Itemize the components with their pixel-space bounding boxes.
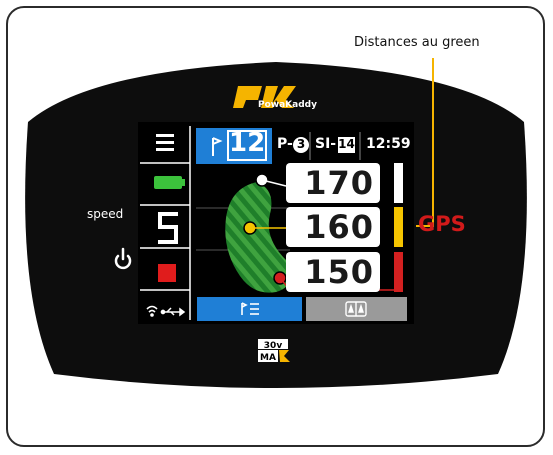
battery-icon — [154, 176, 185, 189]
speed-label: speed — [87, 207, 124, 221]
si-prefix: SI- — [315, 136, 337, 152]
device-graphic: 30v MA — [25, 58, 527, 388]
distance-center-marker — [394, 207, 403, 247]
svg-text:30v: 30v — [264, 341, 283, 351]
distance-front: 170 — [286, 163, 380, 203]
stop-icon — [158, 264, 176, 282]
distance-back: 150 — [286, 252, 380, 292]
svg-text:MA: MA — [260, 353, 276, 363]
clock-time: 12:59 — [366, 136, 411, 152]
par-value: 3 — [296, 137, 306, 151]
gps-label: GPS — [418, 212, 466, 236]
menu-icon — [156, 134, 174, 151]
model-badge: 30v MA — [258, 339, 290, 363]
brand-name: PowaKaddy — [258, 100, 317, 110]
par-prefix: P- — [277, 136, 293, 152]
tab-scorecard — [197, 297, 302, 321]
distance-center: 160 — [286, 207, 380, 247]
distance-back-marker — [394, 252, 403, 292]
hole-number: 12 — [229, 128, 266, 158]
distance-front-marker — [394, 163, 403, 203]
si-value: 14 — [338, 137, 355, 151]
